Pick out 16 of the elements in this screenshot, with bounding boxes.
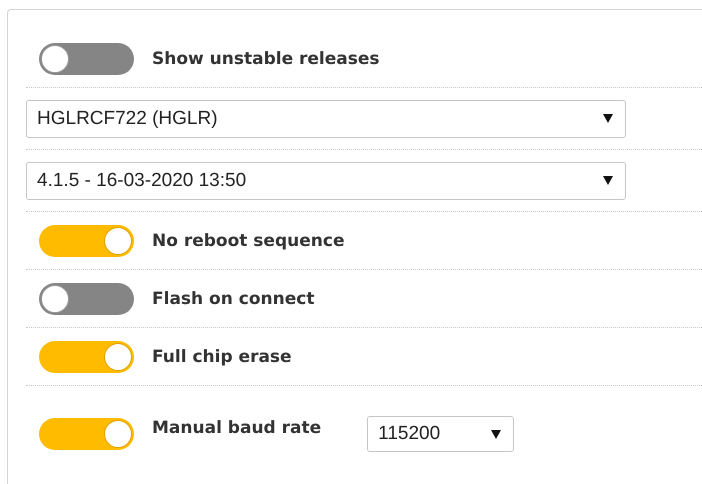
dropdown-select[interactable]: 4.1.5 - 16-03-2020 13:50: [26, 162, 626, 200]
toggle-switch[interactable]: [39, 42, 134, 74]
caret-icon: [603, 176, 613, 185]
baud-rate-select[interactable]: 115200: [367, 416, 514, 452]
toggle-label: Manual baud rate: [152, 418, 322, 438]
caret-icon: [603, 114, 613, 123]
toggle-switch[interactable]: [39, 282, 134, 314]
caret-icon: [491, 430, 502, 438]
toggle-switch[interactable]: [39, 224, 134, 256]
toggle-label: Show unstable releases: [152, 48, 380, 68]
toggle-switch[interactable]: [39, 340, 134, 372]
toggle-switch[interactable]: [39, 418, 134, 450]
dropdown-select[interactable]: HGLRCF722 (HGLR): [26, 100, 626, 138]
toggle-label: No reboot sequence: [152, 230, 344, 250]
toggle-label: Full chip erase: [152, 346, 292, 366]
toggle-label: Flash on connect: [152, 288, 314, 308]
